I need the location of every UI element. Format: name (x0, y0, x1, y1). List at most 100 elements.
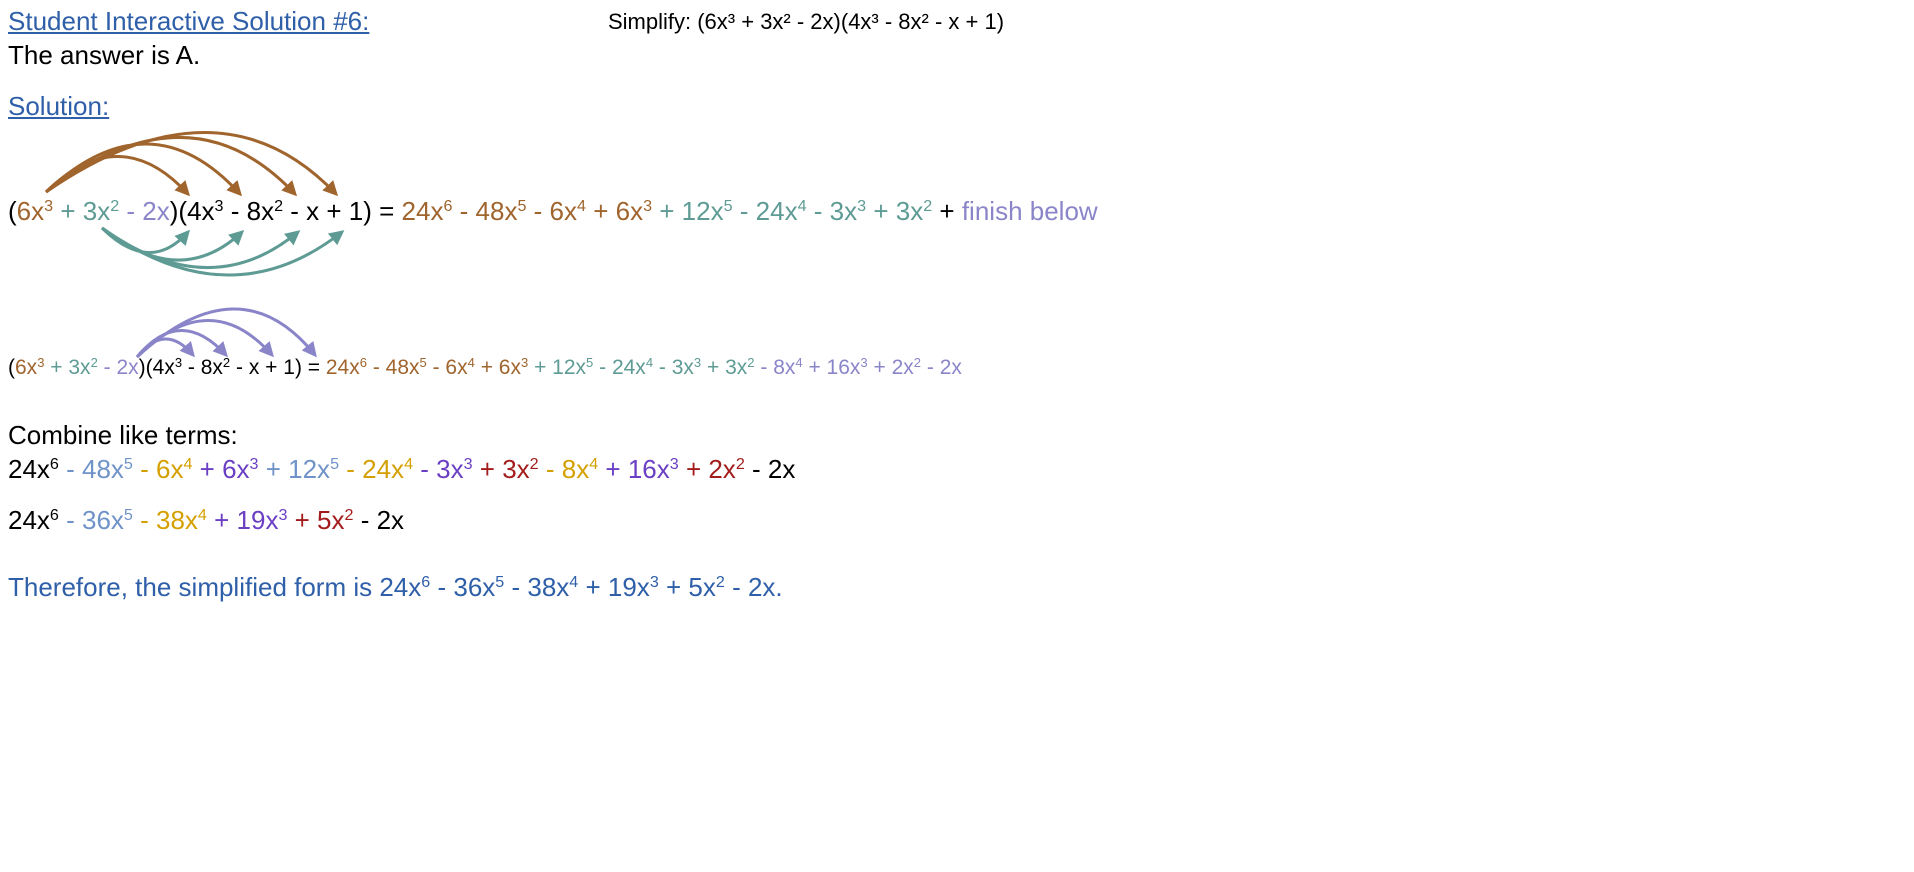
term-text: + 6x (585, 196, 644, 226)
exponent: 2 (715, 573, 725, 592)
term: 24x6 (402, 196, 453, 226)
term-text: + 5x (658, 572, 716, 602)
term-text: + 3x (701, 356, 748, 379)
term: - 2x (353, 505, 404, 535)
term-text: + 19x (206, 505, 279, 535)
term-text: + 12x (528, 356, 587, 379)
term: - x + 1) = (230, 356, 326, 379)
exponent: 4 (589, 455, 599, 474)
answer-text: The answer is A. (8, 40, 201, 70)
exponent: 2 (274, 197, 284, 216)
exponent: 5 (419, 354, 427, 370)
exponent: 4 (577, 197, 586, 216)
term: - 24x4 (339, 454, 413, 484)
term: - 8x4 (539, 454, 599, 484)
term: + 12x5 (528, 356, 593, 379)
term-text: + (932, 196, 962, 226)
term-text: - 48x (366, 356, 420, 379)
term-text: - 6x (526, 196, 578, 226)
exponent: 3 (643, 197, 653, 216)
term: + 3x2 (44, 354, 98, 379)
exponent: 4 (797, 197, 807, 216)
exponent: 2 (913, 354, 922, 370)
term: + 5x2 (287, 505, 354, 535)
term-text: + 3x (53, 196, 111, 226)
term: + 5x2 (659, 572, 725, 602)
step2-rhs: 24x6 - 48x5 - 6x4 + 6x3 + 12x5 - 24x4 - … (326, 356, 962, 379)
term-text: 24x (8, 505, 50, 535)
step2-lhs: (6x3 + 3x2 - 2x)(4x3 - 8x2 - x + 1) = (8, 356, 326, 379)
exponent: 5 (723, 197, 733, 216)
term-text: - 8x (223, 196, 275, 226)
term-text: 24x (401, 196, 444, 226)
term: 6x3 (17, 196, 53, 226)
term: ( (8, 356, 15, 379)
term-text: + 6x (474, 356, 521, 379)
exponent: 6 (359, 354, 367, 370)
term: - 38x4 (504, 572, 578, 602)
exponent: 3 (860, 354, 868, 370)
term: finish below (962, 196, 1098, 226)
step1-rhs: 24x6 - 48x5 - 6x4 + 6x3 + 12x5 - 24x4 - … (402, 196, 1098, 226)
step2-equation: (6x3 + 3x2 - 2x)(4x3 - 8x2 - x + 1) = 24… (8, 356, 962, 380)
term: 24x6 (326, 356, 367, 379)
term: 6x3 (15, 356, 44, 379)
exponent: 4 (197, 506, 207, 525)
term: - 48x5 (59, 454, 133, 484)
term: - 8x2 (182, 356, 230, 379)
problem-statement: Simplify: (6x³ + 3x² - 2x)(4x³ - 8x² - x… (608, 9, 1005, 34)
arrow-teal-2 (101, 226, 245, 262)
term-text: - 38x (132, 505, 198, 535)
term-text: - 8x (754, 356, 796, 379)
term: + 6x3 (192, 454, 259, 484)
term-text: - 6x (132, 454, 184, 484)
term: - 2x (744, 454, 796, 484)
conclusion-text: Therefore, the simplified form is 24x6 -… (8, 572, 783, 603)
term-text: - 24x (732, 196, 798, 226)
exponent: 2 (923, 197, 933, 216)
term-text: - 2x (97, 356, 139, 379)
exponent: 3 (174, 354, 183, 370)
arrow-brown-1 (44, 155, 191, 197)
page-title: Student Interactive Solution #6: (8, 6, 370, 36)
combine-heading: Combine like terms: (8, 420, 238, 450)
exponent: 5 (330, 455, 340, 474)
exponent: 2 (529, 455, 539, 474)
exponent: 6 (421, 573, 431, 592)
term: + 16x3 (803, 354, 868, 379)
term-text: - 36x (430, 572, 496, 602)
term-text: + 3x (866, 196, 924, 226)
exponent: 5 (495, 573, 505, 592)
term: - 3x3 (653, 356, 701, 379)
exponent: 3 (669, 455, 679, 474)
combine-line-1: 24x6 - 48x5 - 6x4 + 6x3 + 12x5 - 24x4 - … (8, 454, 795, 485)
exponent: 3 (649, 573, 659, 592)
arrow-teal-4 (101, 226, 345, 277)
exponent: 4 (467, 354, 475, 370)
term-text: ( (8, 196, 17, 226)
term-text: - 3x (806, 196, 858, 226)
term: 24x6 (8, 505, 59, 535)
term-text: Therefore, the simplified form is 24x (8, 572, 422, 602)
term: + 19x3 (206, 505, 287, 535)
term: + 3x2 (701, 356, 755, 379)
term: - 8x4 (754, 356, 802, 379)
arrow-teal-1 (100, 226, 190, 254)
term: - 24x4 (593, 356, 653, 379)
term-text: - 3x (653, 356, 694, 379)
term: + 6x3 (474, 356, 529, 379)
term-text: 24x (8, 454, 50, 484)
term-text: - 2x (744, 454, 796, 484)
exponent: 3 (44, 197, 54, 216)
exponent: 2 (90, 354, 98, 370)
term: - 36x5 (430, 572, 504, 602)
term: + 12x5 (258, 454, 340, 484)
term-text: + 12x (258, 454, 331, 484)
term: - 2x (921, 356, 962, 379)
term-text: + 16x (598, 454, 670, 484)
term-text: 24x (325, 356, 360, 379)
term-text: - 2x (921, 356, 962, 379)
term-text: - 48x (58, 454, 124, 484)
term-text: + 2x (867, 356, 914, 379)
term-text: - 38x (504, 572, 570, 602)
